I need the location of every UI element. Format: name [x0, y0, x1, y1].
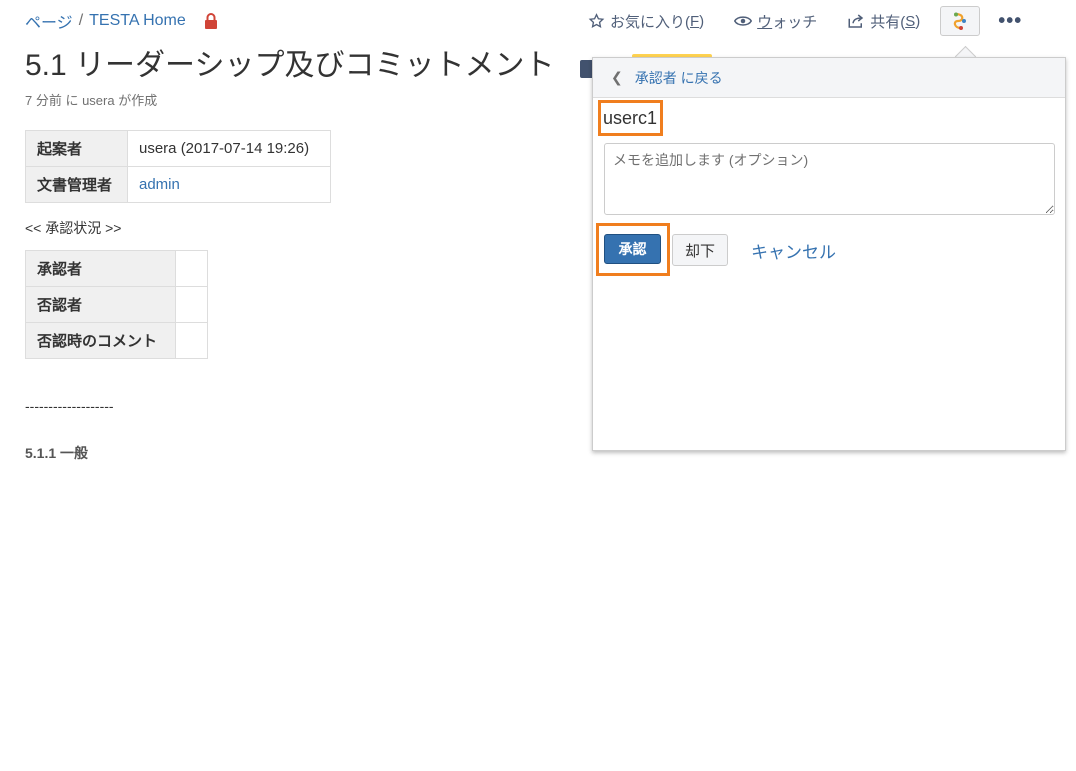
- favorite-accesskey: F: [690, 12, 700, 30]
- approval-panel: ❮ 承認者 に戻る userc1 承認 却下 キャンセル: [592, 57, 1066, 451]
- share-label-end: ): [915, 12, 921, 30]
- breadcrumb-pages-link[interactable]: ページ: [25, 9, 73, 33]
- watch-label: ォッチ: [772, 13, 818, 31]
- share-accesskey: S: [905, 12, 916, 30]
- watch-accesskey: ウ: [757, 13, 773, 31]
- lock-icon[interactable]: [204, 13, 218, 29]
- share-icon: [848, 14, 864, 28]
- table-cell: [175, 250, 208, 287]
- table-row: 否認者: [25, 286, 208, 323]
- chevron-left-icon[interactable]: ❮: [611, 69, 623, 86]
- star-icon: [588, 13, 605, 29]
- table-row: 文書管理者 admin: [25, 166, 331, 203]
- table-header-cell: 否認者: [25, 286, 176, 323]
- table-header-cell: 文書管理者: [25, 166, 128, 203]
- table-header-cell: 起案者: [25, 130, 128, 167]
- share-label: 共有(: [870, 13, 906, 31]
- panel-header: ❮ 承認者 に戻る: [593, 58, 1065, 98]
- divider-text: -------------------: [25, 398, 114, 414]
- table-row: 起案者 usera (2017-07-14 19:26): [25, 130, 331, 167]
- reject-button[interactable]: 却下: [672, 234, 728, 266]
- document-manager-link[interactable]: admin: [139, 176, 180, 193]
- table-row: 否認時のコメント: [25, 322, 208, 359]
- memo-input[interactable]: [604, 143, 1055, 215]
- table-cell: [175, 322, 208, 359]
- document-info-table: 起案者 usera (2017-07-14 19:26) 文書管理者 admin: [25, 130, 331, 203]
- table-cell: usera (2017-07-14 19:26): [127, 130, 331, 167]
- page-title: 5.1 リーダーシップ及びコミットメント: [25, 49, 555, 82]
- breadcrumb-space-link[interactable]: TESTA Home: [89, 12, 186, 30]
- workflow-plugin-button[interactable]: [940, 6, 981, 36]
- more-actions-icon[interactable]: •••: [998, 11, 1022, 31]
- cancel-button[interactable]: キャンセル: [751, 238, 836, 263]
- approve-button[interactable]: 承認: [604, 234, 661, 264]
- favorite-label-end: ): [699, 12, 705, 30]
- table-row: 承認者: [25, 250, 208, 287]
- approver-name: userc1: [603, 108, 658, 128]
- watch-button[interactable]: ウォッチ: [734, 11, 817, 32]
- section-heading: 5.1.1 一般: [25, 445, 89, 461]
- table-cell: admin: [127, 166, 331, 203]
- eye-icon: [734, 16, 753, 26]
- breadcrumb: ページ / TESTA Home: [25, 9, 218, 33]
- table-cell: [175, 286, 208, 323]
- favorite-label: お気に入り(: [610, 13, 690, 31]
- breadcrumb-separator: /: [78, 12, 84, 29]
- favorite-button[interactable]: お気に入り(F): [588, 11, 704, 32]
- share-button[interactable]: 共有(S): [847, 11, 920, 32]
- page-meta: 7 分前 に usera が作成: [25, 93, 158, 108]
- table-header-cell: 否認時のコメント: [25, 322, 176, 359]
- workflow-icon: [954, 12, 967, 30]
- approval-status-table: 承認者 否認者 否認時のコメント: [25, 250, 208, 359]
- page-toolbar: お気に入り(F) ウォッチ 共有(S) •••: [588, 6, 1022, 36]
- approval-status-label: << 承認状況 >>: [25, 220, 122, 236]
- table-header-cell: 承認者: [25, 250, 176, 287]
- back-to-approvers-link[interactable]: 承認者 に戻る: [635, 68, 723, 88]
